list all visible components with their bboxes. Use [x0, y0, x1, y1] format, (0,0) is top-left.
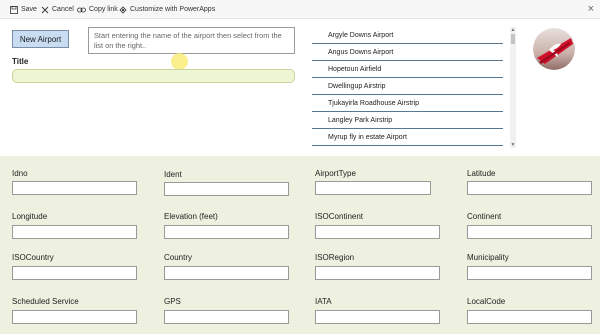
- save-button[interactable]: Save: [10, 3, 37, 16]
- customize-label: Customize with PowerApps: [130, 6, 216, 13]
- gps-field[interactable]: [164, 310, 289, 324]
- scrollbar-thumb[interactable]: [511, 34, 515, 44]
- latitude-label: Latitude: [467, 169, 496, 178]
- title-label: Title: [12, 57, 29, 66]
- longitude-label: Longitude: [12, 212, 48, 221]
- country-field[interactable]: [164, 266, 289, 280]
- iso-country-label: ISOCountry: [12, 253, 54, 262]
- airport-type-field[interactable]: [315, 181, 431, 195]
- municipality-field[interactable]: [467, 266, 592, 280]
- iso-country-field[interactable]: [12, 266, 137, 280]
- scheduled-service-label: Scheduled Service: [12, 297, 79, 306]
- list-item[interactable]: Argyle Downs Airport: [312, 27, 503, 44]
- airport-search-input[interactable]: Start entering the name of the airport t…: [88, 27, 295, 54]
- ident-field[interactable]: [164, 182, 289, 196]
- iso-region-label: ISORegion: [315, 253, 355, 262]
- close-icon: [41, 6, 49, 13]
- pointer-highlight: [171, 53, 188, 70]
- scheduled-service-field[interactable]: [12, 310, 137, 324]
- list-scrollbar[interactable]: ▲ ▼: [510, 27, 516, 148]
- airport-list: Argyle Downs Airport Angus Downs Airport…: [312, 27, 510, 148]
- save-label: Save: [21, 6, 37, 13]
- ident-label: Ident: [164, 170, 182, 179]
- elevation-label: Elevation (feet): [164, 212, 218, 221]
- country-label: Country: [164, 253, 193, 262]
- list-item[interactable]: Myrup fly in estate Airport: [312, 129, 503, 146]
- airport-details-form: Idno Ident AirportType Latitude Longitud…: [0, 156, 600, 334]
- elevation-field[interactable]: [164, 225, 289, 239]
- list-item[interactable]: Tjukayirla Roadhouse Airstrip: [312, 95, 503, 112]
- continent-label: Continent: [467, 212, 502, 221]
- command-bar: Save Cancel Copy link Customize with Pow…: [0, 0, 600, 19]
- municipality-label: Municipality: [467, 253, 509, 262]
- latitude-field[interactable]: [467, 181, 592, 195]
- link-icon: [77, 7, 86, 12]
- iata-label: IATA: [315, 297, 332, 306]
- gps-label: GPS: [164, 297, 181, 306]
- cancel-label: Cancel: [52, 6, 74, 13]
- new-airport-button[interactable]: New Airport: [12, 30, 69, 48]
- list-item[interactable]: Hopetoun Airfield: [312, 61, 503, 78]
- idno-label: Idno: [12, 169, 28, 178]
- scroll-up-icon[interactable]: ▲: [510, 27, 516, 33]
- powerapps-icon: [119, 5, 127, 14]
- copy-link-button[interactable]: Copy link: [77, 3, 118, 16]
- airline-logo: [533, 28, 575, 70]
- copy-link-label: Copy link: [89, 6, 118, 13]
- scroll-down-icon[interactable]: ▼: [510, 142, 516, 148]
- local-code-label: LocalCode: [467, 297, 506, 306]
- close-panel-icon[interactable]: ×: [588, 3, 594, 15]
- longitude-field[interactable]: [12, 225, 137, 239]
- idno-field[interactable]: [12, 181, 137, 195]
- airport-picker-panel: New Airport Start entering the name of t…: [0, 19, 600, 156]
- cancel-button[interactable]: Cancel: [41, 3, 74, 16]
- airport-type-label: AirportType: [315, 169, 356, 178]
- title-field[interactable]: [12, 69, 295, 83]
- iata-field[interactable]: [315, 310, 440, 324]
- local-code-field[interactable]: [467, 310, 592, 324]
- continent-field[interactable]: [467, 225, 592, 239]
- customize-powerapps-button[interactable]: Customize with PowerApps: [119, 3, 215, 16]
- iso-region-field[interactable]: [315, 266, 440, 280]
- save-icon: [10, 5, 18, 14]
- kangaroo-logo-icon: [533, 28, 575, 70]
- list-item[interactable]: Dwellingup Airstrip: [312, 78, 503, 95]
- list-item[interactable]: Angus Downs Airport: [312, 44, 503, 61]
- iso-continent-field[interactable]: [315, 225, 440, 239]
- list-item[interactable]: Langley Park Airstrip: [312, 112, 503, 129]
- iso-continent-label: ISOContinent: [315, 212, 364, 221]
